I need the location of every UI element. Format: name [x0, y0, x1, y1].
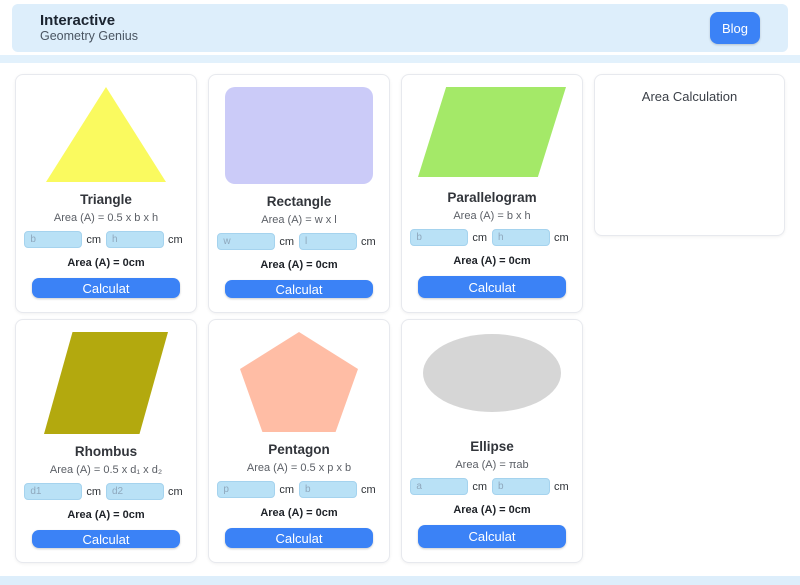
- card-formula: Area (A) = 0.5 x b x h: [53, 212, 159, 224]
- calculate-button[interactable]: Calculat: [225, 528, 373, 548]
- height-input[interactable]: [492, 229, 550, 247]
- area-calculation-panel: Area Calculation: [594, 74, 785, 236]
- area-result: Area (A) = 0cm: [67, 509, 145, 521]
- unit-label: cm: [168, 485, 183, 498]
- semi-minor-input[interactable]: [492, 478, 550, 496]
- app-title: Interactive: [40, 12, 116, 29]
- column-3: Parallelogram Area (A) = b x h cm cm Are…: [401, 74, 583, 563]
- blog-button[interactable]: Blog: [710, 12, 760, 44]
- area-result: Area (A) = 0cm: [260, 259, 338, 271]
- app-subtitle: Geometry Genius: [40, 29, 138, 43]
- card-formula: Area (A) = b x h: [453, 210, 531, 223]
- calculate-button[interactable]: Calculat: [225, 280, 373, 298]
- ellipse-shape: [423, 334, 561, 412]
- card-title: Triangle: [80, 192, 132, 207]
- area-calculation-title: Area Calculation: [641, 89, 738, 104]
- pentagon-shape: [240, 332, 358, 432]
- card-title: Rectangle: [266, 194, 332, 209]
- card-formula: Area (A) = 0.5 x p x b: [246, 462, 352, 474]
- card-formula: Area (A) = w x l: [261, 214, 337, 226]
- ellipse-figure-wrap: [418, 332, 566, 429]
- unit-label: cm: [279, 235, 294, 248]
- unit-label: cm: [168, 233, 183, 246]
- area-result: Area (A) = 0cm: [67, 257, 145, 269]
- card-formula: Area (A) = πab: [455, 459, 529, 472]
- pentagon-figure-wrap: [225, 332, 373, 432]
- length-input[interactable]: [299, 233, 357, 250]
- perimeter-input[interactable]: [217, 481, 276, 498]
- base-input[interactable]: [24, 231, 83, 248]
- diagonal1-input[interactable]: [24, 483, 83, 500]
- parallelogram-figure-wrap: [418, 87, 566, 180]
- apothem-input[interactable]: [299, 481, 357, 498]
- calculate-button[interactable]: Calculat: [32, 530, 180, 548]
- area-result: Area (A) = 0cm: [453, 504, 531, 517]
- inputs-row: cm cm: [24, 231, 183, 248]
- diagonal2-input[interactable]: [106, 483, 164, 500]
- parallelogram-shape: [418, 87, 566, 177]
- inputs-row: cm cm: [410, 478, 569, 496]
- unit-label: cm: [472, 480, 487, 493]
- card-title: Rhombus: [74, 444, 138, 459]
- card-parallelogram: Parallelogram Area (A) = b x h cm cm Are…: [401, 74, 583, 313]
- card-rhombus: Rhombus Area (A) = 0.5 x d₁ x d₂ cm cm A…: [15, 319, 197, 563]
- unit-label: cm: [472, 231, 487, 244]
- card-ellipse: Ellipse Area (A) = πab cm cm Area (A) = …: [401, 319, 583, 563]
- inputs-row: cm cm: [217, 233, 376, 250]
- inputs-row: cm cm: [410, 229, 569, 247]
- main-content: Triangle Area (A) = 0.5 x b x h cm cm Ar…: [0, 63, 800, 563]
- inputs-row: cm cm: [217, 481, 376, 498]
- column-2: Rectangle Area (A) = w x l cm cm Area (A…: [208, 74, 390, 563]
- rectangle-figure-wrap: [225, 87, 373, 184]
- triangle-figure-wrap: [32, 87, 180, 182]
- area-result: Area (A) = 0cm: [260, 507, 338, 519]
- header-underline: [0, 55, 800, 63]
- inputs-row: cm cm: [24, 483, 183, 500]
- app-header: Interactive Geometry Genius Blog: [12, 4, 788, 52]
- card-triangle: Triangle Area (A) = 0.5 x b x h cm cm Ar…: [15, 74, 197, 313]
- calculate-button[interactable]: Calculat: [418, 276, 566, 298]
- unit-label: cm: [86, 233, 101, 246]
- unit-label: cm: [86, 485, 101, 498]
- unit-label: cm: [279, 483, 294, 496]
- card-title: Ellipse: [470, 439, 514, 455]
- semi-major-input[interactable]: [410, 478, 469, 496]
- unit-label: cm: [554, 480, 569, 493]
- rhombus-shape: [44, 332, 168, 434]
- rhombus-figure-wrap: [32, 332, 180, 434]
- area-result: Area (A) = 0cm: [453, 255, 531, 268]
- unit-label: cm: [361, 483, 376, 496]
- unit-label: cm: [361, 235, 376, 248]
- triangle-shape: [46, 87, 166, 182]
- card-title: Pentagon: [268, 442, 330, 457]
- base-input[interactable]: [410, 229, 469, 247]
- card-formula: Area (A) = 0.5 x d₁ x d₂: [49, 464, 163, 476]
- calculate-button[interactable]: Calculat: [32, 278, 180, 298]
- width-input[interactable]: [217, 233, 276, 250]
- card-title: Parallelogram: [447, 190, 537, 206]
- calculate-button[interactable]: Calculat: [418, 525, 566, 548]
- card-pentagon: Pentagon Area (A) = 0.5 x p x b cm cm Ar…: [208, 319, 390, 563]
- column-1: Triangle Area (A) = 0.5 x b x h cm cm Ar…: [15, 74, 197, 563]
- height-input[interactable]: [106, 231, 164, 248]
- rectangle-shape: [225, 87, 373, 184]
- unit-label: cm: [554, 231, 569, 244]
- card-rectangle: Rectangle Area (A) = w x l cm cm Area (A…: [208, 74, 390, 313]
